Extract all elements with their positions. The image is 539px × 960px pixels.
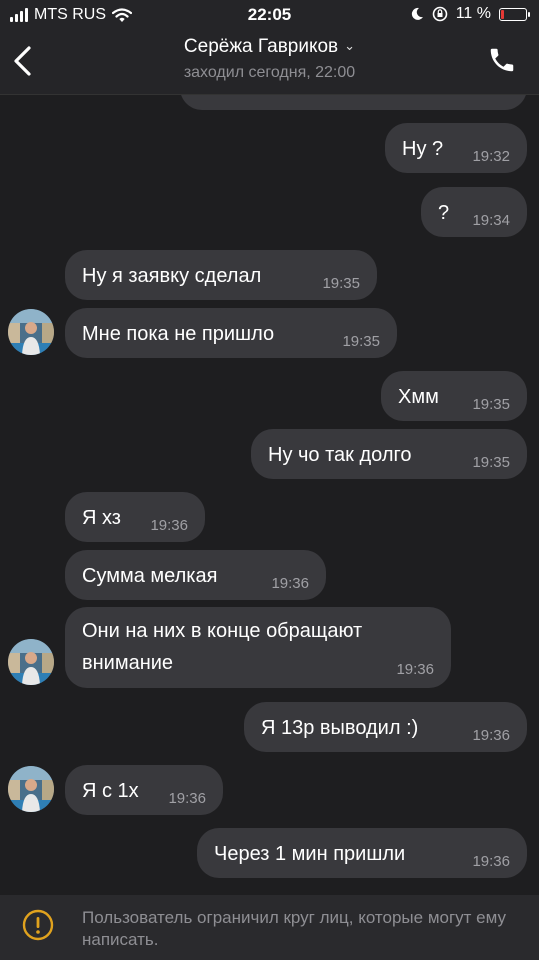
- message-bubble-incoming[interactable]: Я хз 19:36: [65, 492, 205, 542]
- message-bubble-incoming[interactable]: Мне пока не пришло 19:35: [65, 308, 397, 358]
- message-bubble-partial[interactable]: [180, 95, 527, 110]
- status-bar: MTS RUS 22:05 11 %: [0, 0, 539, 30]
- avatar-image: [8, 766, 54, 812]
- message-list[interactable]: Ну ? 19:32 ? 19:34 Ну я заявку сделал 19…: [0, 95, 539, 895]
- rotation-lock-icon: [432, 6, 448, 22]
- avatar[interactable]: [8, 766, 54, 812]
- message-bubble-outgoing[interactable]: Хмм 19:35: [381, 371, 527, 421]
- message-bubble-outgoing[interactable]: ? 19:34: [421, 187, 527, 237]
- message-text: Я хз: [82, 507, 121, 529]
- message-text: ?: [438, 202, 450, 224]
- battery-level: [501, 9, 504, 19]
- avatar[interactable]: [8, 309, 54, 355]
- message-time: 19:36: [396, 661, 434, 678]
- message-text: Мне пока не пришло: [82, 323, 275, 345]
- call-button[interactable]: [487, 45, 517, 75]
- message-bubble-incoming[interactable]: Они на них в конце обращают внимание 19:…: [65, 607, 451, 688]
- battery-percent: 11 %: [455, 5, 491, 22]
- message-text: Сумма мелкая: [82, 565, 218, 587]
- message-text: Ну чо так долго: [268, 444, 412, 466]
- message-time: 19:36: [472, 727, 510, 744]
- message-time: 19:35: [472, 454, 510, 471]
- message-bubble-incoming[interactable]: Ну я заявку сделал 19:35: [65, 250, 377, 300]
- message-time: 19:36: [271, 575, 309, 592]
- message-text: Ну я заявку сделал: [82, 265, 262, 287]
- avatar[interactable]: [8, 639, 54, 685]
- message-text-line-2: внимание: [82, 652, 174, 674]
- message-text: Я 13р выводил :): [261, 717, 419, 739]
- message-text: Через 1 мин пришли: [214, 843, 406, 865]
- phone-icon: [490, 48, 514, 72]
- message-bubble-outgoing[interactable]: Я 13р выводил :) 19:36: [244, 702, 527, 752]
- chevron-down-icon: ⌄: [344, 38, 356, 53]
- message-bubble-incoming[interactable]: Я с 1х 19:36: [65, 765, 223, 815]
- contact-title[interactable]: Серёжа Гавриков ⌄: [0, 36, 539, 58]
- message-time: 19:35: [342, 333, 380, 350]
- message-text: Ну ?: [402, 138, 444, 160]
- moon-icon: [411, 7, 423, 20]
- message-time: 19:36: [472, 853, 510, 870]
- message-text: Я с 1х: [82, 780, 139, 802]
- message-time: 19:35: [322, 275, 360, 292]
- contact-name: Серёжа Гавриков: [183, 36, 339, 57]
- message-text: Хмм: [398, 386, 439, 408]
- restriction-notice: Пользователь ограничил круг лиц, которые…: [0, 895, 539, 960]
- avatar-image: [8, 639, 54, 685]
- avatar-image: [8, 309, 54, 355]
- message-bubble-incoming[interactable]: Сумма мелкая 19:36: [65, 550, 326, 600]
- restriction-text: Пользователь ограничил круг лиц, которые…: [82, 908, 507, 949]
- last-seen: заходил сегодня, 22:00: [183, 64, 356, 81]
- message-time: 19:35: [472, 396, 510, 413]
- warning-icon: [22, 909, 54, 941]
- message-bubble-outgoing[interactable]: Через 1 мин пришли 19:36: [197, 828, 527, 878]
- message-time: 19:36: [150, 517, 188, 534]
- cut-off-text: [196, 95, 456, 109]
- message-bubble-outgoing[interactable]: Ну ? 19:32: [385, 123, 527, 173]
- status-right: 11 %: [410, 5, 530, 23]
- chat-header: Серёжа Гавриков ⌄ заходил сегодня, 22:00: [0, 30, 539, 95]
- message-time: 19:32: [472, 148, 510, 165]
- message-bubble-outgoing[interactable]: Ну чо так долго 19:35: [251, 429, 527, 479]
- message-time: 19:36: [168, 790, 206, 807]
- battery-icon: [499, 7, 530, 21]
- message-text-line-1: Они на них в конце обращают: [82, 620, 363, 642]
- message-time: 19:34: [472, 212, 510, 229]
